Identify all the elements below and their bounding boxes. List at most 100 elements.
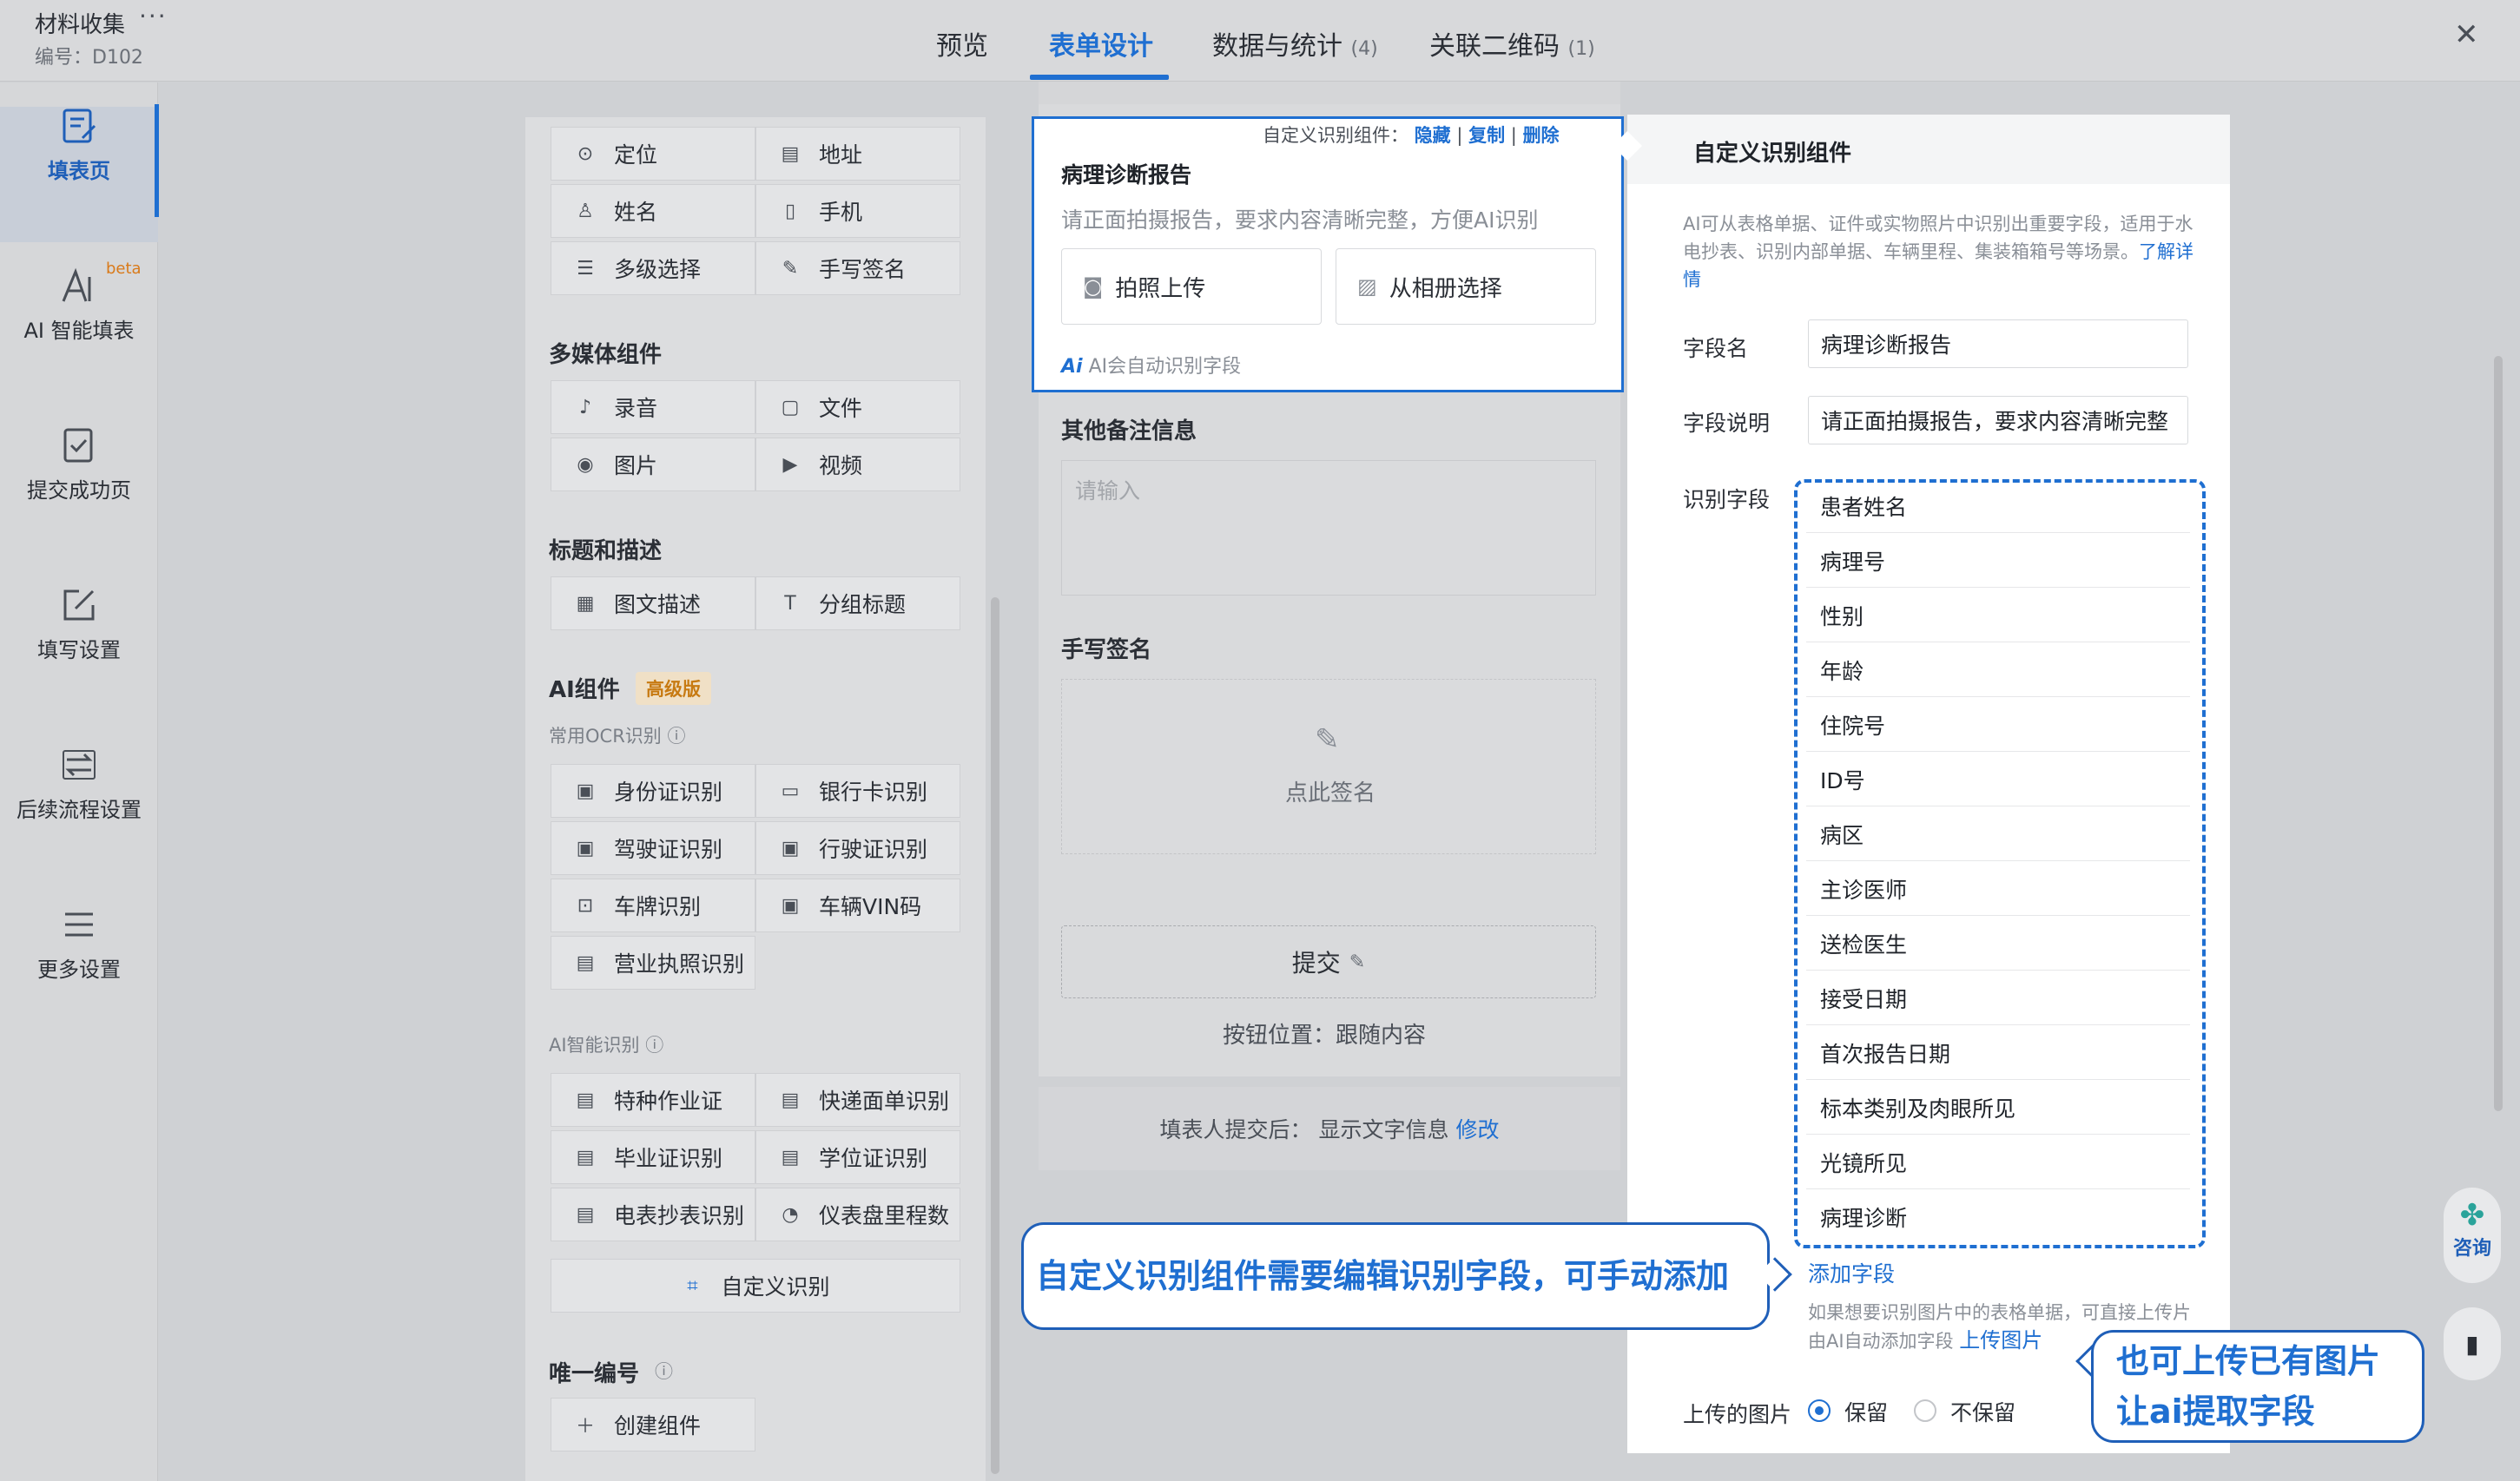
microphone-icon: ♪	[578, 396, 592, 418]
field-desc-input[interactable]: 请正面拍摄报告，要求内容清晰完整	[1808, 396, 2188, 444]
recognize-field-item[interactable]: 病理号	[1806, 534, 2190, 588]
recognize-field-item[interactable]: 病理诊断	[1806, 1190, 2190, 1244]
bookmark-icon[interactable]: ▮	[2444, 1307, 2501, 1380]
recognize-field-item[interactable]: 住院号	[1806, 698, 2190, 752]
component-address[interactable]: ▤ 地址	[755, 127, 960, 181]
component-audio[interactable]: ♪ 录音	[551, 380, 755, 434]
create-component-button[interactable]: ＋创建组件	[551, 1398, 755, 1451]
component-file[interactable]: ▢ 文件	[755, 380, 960, 434]
consult-button[interactable]: ✤ 咨询	[2444, 1188, 2501, 1283]
component-name[interactable]: ♙ 姓名	[551, 184, 755, 238]
title-icon: T	[784, 592, 796, 615]
close-icon[interactable]: ✕	[2454, 17, 2479, 52]
section-unique-title: 唯一编号	[549, 1361, 640, 1387]
form-top-strip	[1039, 82, 1620, 104]
nav-item-success-page[interactable]: 提交成功页	[0, 426, 158, 562]
component-cascade[interactable]: ☰ 多级选择	[551, 241, 755, 295]
signature-pad[interactable]	[1061, 679, 1596, 854]
ocr-field-desc: 请正面拍摄报告，要求内容清晰完整，方便AI识别	[1061, 207, 1539, 233]
delete-link[interactable]: 删除	[1523, 125, 1560, 146]
after-submit-edit-link[interactable]: 修改	[1455, 1113, 1499, 1144]
recognize-field-item[interactable]: 主诊医师	[1806, 862, 2190, 916]
camera-icon: ◉	[577, 453, 594, 476]
choose-album-button[interactable]: ▨ 从相册选择	[1336, 248, 1596, 325]
recognize-field-item[interactable]: 接受日期	[1806, 971, 2190, 1025]
tab-data-stats[interactable]: 数据与统计 (4)	[1212, 24, 1378, 63]
more-options-icon[interactable]: ···	[139, 2, 168, 30]
page-scrollbar[interactable]	[2494, 356, 2503, 1111]
ocr-field-title: 病理诊断报告	[1061, 162, 1192, 188]
component-image-text[interactable]: ▦ 图文描述	[551, 576, 755, 630]
component-vehicle-license[interactable]: ▣ 行驶证识别	[755, 821, 960, 875]
nav-item-fill-settings[interactable]: 填写设置	[0, 586, 158, 721]
component-custom-ocr[interactable]: ⌗ 自定义识别	[551, 1259, 960, 1313]
recognize-field-item[interactable]: 标本类别及肉眼所见	[1806, 1081, 2190, 1135]
recognize-field-item[interactable]: ID号	[1806, 753, 2190, 806]
component-degree[interactable]: ▤ 学位证识别	[755, 1130, 960, 1184]
copy-link[interactable]: 复制	[1468, 125, 1505, 146]
recognize-field-item[interactable]: 性别	[1806, 589, 2190, 642]
component-phone[interactable]: ▯ 手机	[755, 184, 960, 238]
help-icon[interactable]: ⓘ	[655, 1358, 673, 1384]
component-bank-card[interactable]: ▭ 银行卡识别	[755, 764, 960, 818]
nav-item-more-settings[interactable]: 更多设置	[0, 905, 158, 1041]
component-dashboard[interactable]: ◔ 仪表盘里程数	[755, 1188, 960, 1241]
not-keep-radio[interactable]	[1914, 1399, 1936, 1422]
recognize-field-item[interactable]: 患者姓名	[1806, 479, 2190, 533]
submit-button[interactable]: 提交 ✎	[1061, 925, 1596, 998]
upload-image-link[interactable]: 上传图片	[1959, 1328, 2042, 1353]
component-meter[interactable]: ▤ 电表抄表识别	[551, 1188, 755, 1241]
camera-icon: ◙	[1083, 274, 1104, 299]
component-panel-scrollbar[interactable]	[991, 597, 999, 1474]
keep-radio[interactable]	[1808, 1399, 1831, 1422]
tab-preview[interactable]: 预览	[936, 24, 988, 63]
take-photo-button[interactable]: ◙ 拍照上传	[1061, 248, 1322, 325]
nav-item-workflow[interactable]: 后续流程设置	[0, 746, 158, 881]
component-driver-license[interactable]: ▣ 驾驶证识别	[551, 821, 755, 875]
component-video[interactable]: ▶ 视频	[755, 438, 960, 491]
keep-label: 保留	[1844, 1400, 1889, 1425]
notes-input[interactable]	[1061, 460, 1596, 596]
component-id-card[interactable]: ▣ 身份证识别	[551, 764, 755, 818]
add-field-link[interactable]: 添加字段	[1808, 1257, 1895, 1288]
component-signature[interactable]: ✎ 手写签名	[755, 241, 960, 295]
recognize-field-item[interactable]: 病区	[1806, 807, 2190, 861]
component-image[interactable]: ◉ 图片	[551, 438, 755, 491]
component-waybill[interactable]: ▤ 快递面单识别	[755, 1073, 960, 1127]
component-vin[interactable]: ▣ 车辆VIN码	[755, 879, 960, 932]
vin-icon: ▣	[781, 894, 800, 917]
notes-label: 其他备注信息	[1061, 418, 1197, 444]
cascade-icon: ☰	[577, 257, 594, 280]
address-icon: ▤	[781, 142, 800, 165]
field-name-input[interactable]: 病理诊断报告	[1808, 319, 2188, 368]
active-tab-indicator	[1030, 75, 1169, 80]
business-license-icon: ▤	[576, 951, 595, 974]
ai-logo-icon: Ai	[1061, 356, 1083, 378]
diploma-icon: ▤	[576, 1146, 595, 1168]
recognize-field-item[interactable]: 送检医生	[1806, 917, 2190, 971]
component-location[interactable]: ⊙ 定位	[551, 127, 755, 181]
component-business-license[interactable]: ▤ 营业执照识别	[551, 936, 755, 990]
form-code: 编号：D102	[35, 47, 143, 69]
tab-qrcode[interactable]: 关联二维码 (1)	[1429, 24, 1595, 63]
property-intro: AI可从表格单据、证件或实物照片中识别出重要字段，适用于水电抄表、识别内部单据、…	[1683, 214, 2193, 290]
component-group-title[interactable]: T 分组标题	[755, 576, 960, 630]
certificate-icon: ▤	[576, 1089, 595, 1111]
nav-item-ai-fill[interactable]: AI 智能填表 beta	[0, 260, 158, 402]
component-special-cert[interactable]: ▤ 特种作业证	[551, 1073, 755, 1127]
recognize-field-item[interactable]: 光镜所见	[1806, 1135, 2190, 1189]
component-plate[interactable]: ⊡ 车牌识别	[551, 879, 755, 932]
nav-item-fill-page[interactable]: 填表页	[0, 107, 158, 242]
signature-hint: 点此签名	[1285, 780, 1376, 806]
component-diploma[interactable]: ▤ 毕业证识别	[551, 1130, 755, 1184]
tab-form-design[interactable]: 表单设计	[1049, 24, 1153, 63]
waybill-icon: ▤	[781, 1089, 800, 1111]
recognize-field-item[interactable]: 首次报告日期	[1806, 1026, 2190, 1080]
hide-link[interactable]: 隐藏	[1415, 125, 1451, 146]
checklist-icon	[63, 428, 93, 463]
nav-label: 填表页	[48, 159, 110, 183]
image-icon: ▨	[1357, 274, 1377, 299]
custom-scan-icon: ⌗	[687, 1274, 698, 1297]
video-icon: ▶	[782, 453, 798, 476]
recognize-field-item[interactable]: 年龄	[1806, 643, 2190, 697]
